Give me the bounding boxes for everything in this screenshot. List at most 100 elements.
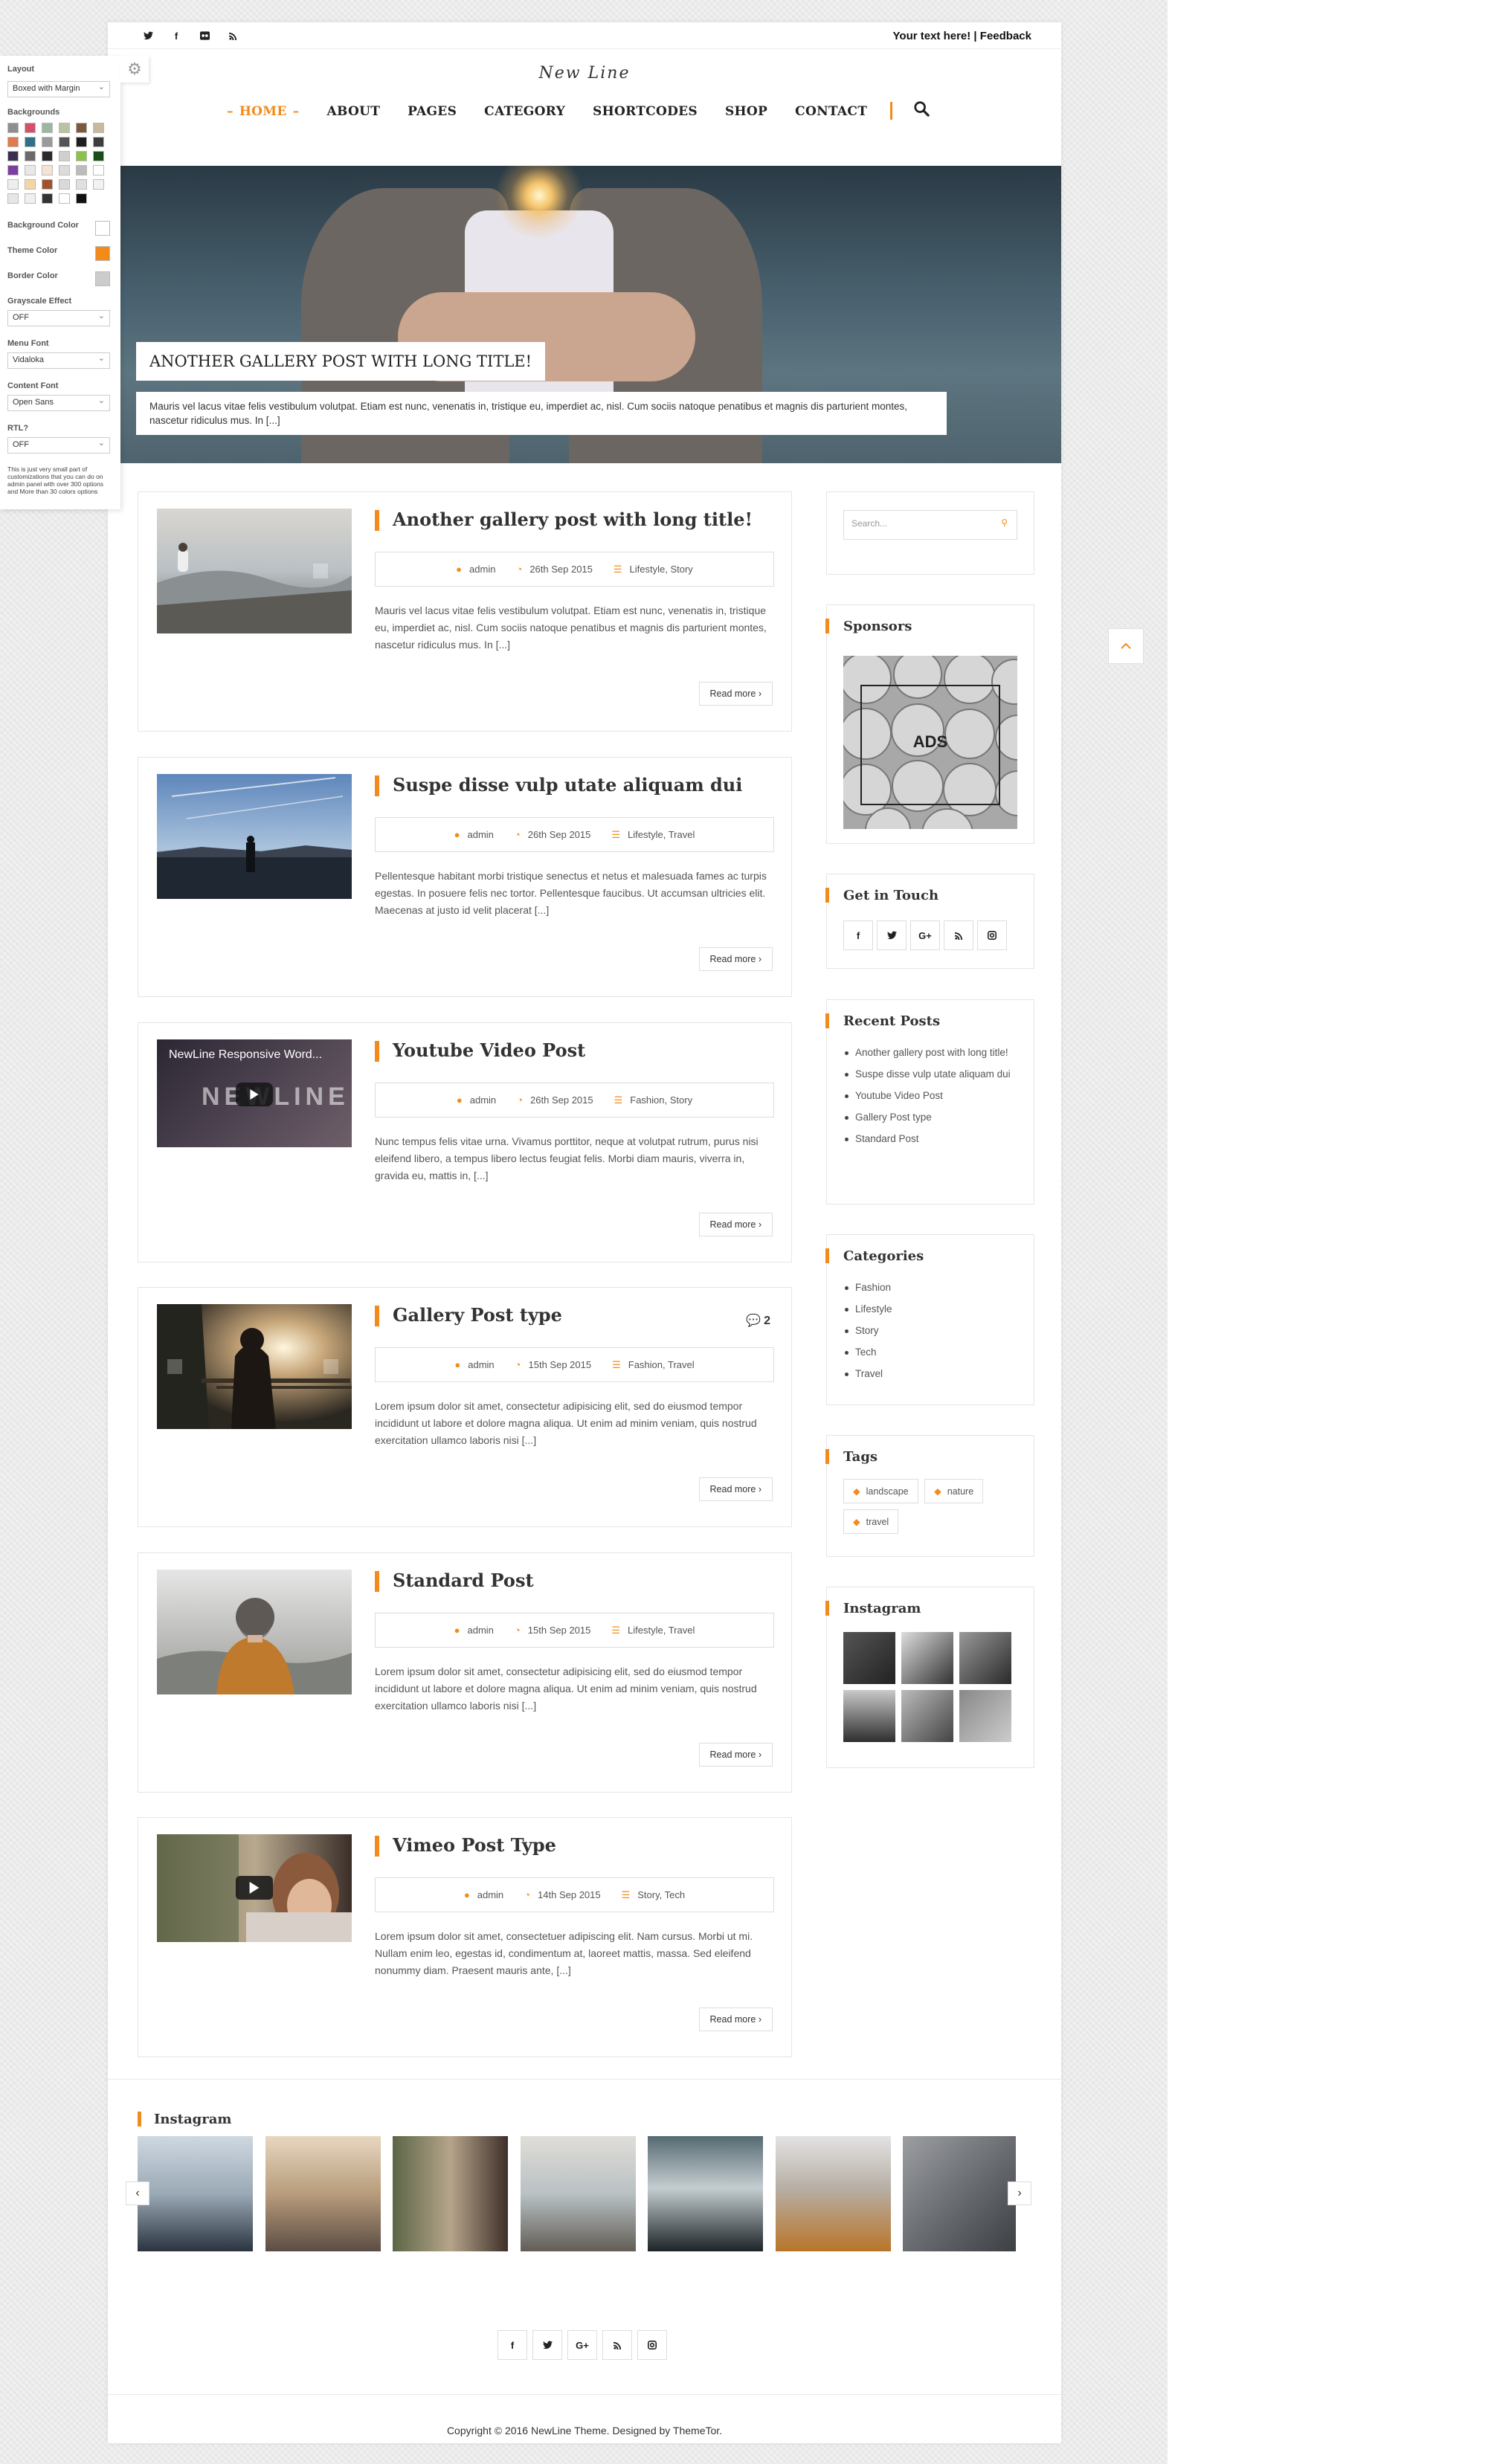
post-thumbnail[interactable] <box>157 509 352 633</box>
twitter-icon[interactable] <box>532 2330 562 2360</box>
background-swatch[interactable] <box>42 179 53 190</box>
background-swatch[interactable] <box>76 165 87 175</box>
layout-select[interactable]: Boxed with Margin <box>7 81 110 97</box>
background-swatch[interactable] <box>42 193 53 204</box>
sidebar-search-input[interactable]: Search... ⚲ <box>843 510 1017 540</box>
content-font-select[interactable]: Open Sans <box>7 395 110 411</box>
facebook-icon[interactable]: f <box>843 920 873 950</box>
background-swatch[interactable] <box>25 137 36 147</box>
meta-author[interactable]: ● admin <box>454 1359 494 1370</box>
read-more-button[interactable]: Read more › <box>698 1213 773 1236</box>
read-more-button[interactable]: Read more › <box>698 682 773 706</box>
instagram-photo[interactable] <box>901 1690 953 1742</box>
meta-author[interactable]: ● admin <box>464 1889 503 1900</box>
top-bar-text[interactable]: Your text here! | Feedback <box>893 30 1031 42</box>
background-swatch[interactable] <box>42 165 53 175</box>
background-swatch[interactable] <box>93 165 104 175</box>
background-swatch[interactable] <box>93 137 104 147</box>
recent-post-link[interactable]: Standard Post <box>845 1128 1023 1149</box>
carousel-next-button[interactable]: › <box>1008 2181 1031 2205</box>
gallery-thumbnail[interactable] <box>157 1304 352 1429</box>
meta-categories[interactable]: ☰ Story, Tech <box>622 1889 685 1901</box>
background-swatch[interactable] <box>59 179 70 190</box>
nav-item-category[interactable]: CATEGORY <box>484 104 565 119</box>
background-swatch[interactable] <box>7 151 19 161</box>
background-swatch[interactable] <box>25 179 36 190</box>
category-link[interactable]: Travel <box>845 1363 1023 1384</box>
nav-item-home[interactable]: – HOME – <box>227 104 299 119</box>
menu-font-select[interactable]: Vidaloka <box>7 352 110 369</box>
post-title[interactable]: Suspe disse vulp utate aliquam dui <box>375 774 742 796</box>
instagram-photo[interactable] <box>901 1632 953 1684</box>
category-link[interactable]: Story <box>845 1320 1023 1341</box>
background-swatch[interactable] <box>76 151 87 161</box>
background-swatch[interactable] <box>93 179 104 190</box>
background-swatch[interactable] <box>25 151 36 161</box>
nav-item-pages[interactable]: PAGES <box>408 104 457 119</box>
footer-instagram-photo[interactable] <box>265 2136 381 2251</box>
background-swatch[interactable] <box>25 123 36 133</box>
post-thumbnail[interactable] <box>157 774 352 899</box>
footer-instagram-photo[interactable] <box>648 2136 763 2251</box>
rss-icon[interactable] <box>602 2330 632 2360</box>
google-plus-icon[interactable]: G+ <box>910 920 940 950</box>
background-swatch[interactable] <box>42 123 53 133</box>
meta-categories[interactable]: ☰ Lifestyle, Travel <box>611 1625 695 1636</box>
search-icon[interactable]: ⚲ <box>1001 517 1008 528</box>
background-swatch[interactable] <box>59 137 70 147</box>
instagram-photo[interactable] <box>843 1690 895 1742</box>
meta-categories[interactable]: ☰ Lifestyle, Travel <box>611 829 695 841</box>
flickr-icon[interactable] <box>197 28 212 43</box>
meta-author[interactable]: ● admin <box>454 829 494 840</box>
background-swatch[interactable] <box>7 179 19 190</box>
recent-post-link[interactable]: Youtube Video Post <box>845 1085 1023 1106</box>
background-swatch[interactable] <box>7 165 19 175</box>
rss-icon[interactable] <box>225 28 240 43</box>
instagram-photo[interactable] <box>843 1632 895 1684</box>
background-swatch[interactable] <box>42 137 53 147</box>
instagram-photo[interactable] <box>959 1632 1011 1684</box>
video-thumbnail[interactable]: NewLine Responsive Word... NEWLINE <box>157 1039 352 1147</box>
hero-slider[interactable]: ANOTHER GALLERY POST WITH LONG TITLE! Ma… <box>108 166 1061 463</box>
twitter-icon[interactable] <box>141 28 155 43</box>
rss-icon[interactable] <box>944 920 973 950</box>
background-swatch[interactable] <box>76 137 87 147</box>
tag-link[interactable]: ◆ landscape <box>843 1479 918 1503</box>
tag-link[interactable]: ◆ travel <box>843 1509 899 1534</box>
read-more-button[interactable]: Read more › <box>698 1477 773 1501</box>
background-swatch[interactable] <box>93 151 104 161</box>
gear-icon[interactable]: ⚙ <box>120 56 149 83</box>
recent-post-link[interactable]: Suspe disse vulp utate aliquam dui <box>845 1063 1023 1085</box>
meta-author[interactable]: ● admin <box>457 1094 496 1106</box>
comment-count[interactable]: 💬 2 <box>746 1313 770 1328</box>
facebook-icon[interactable]: f <box>169 28 184 43</box>
read-more-button[interactable]: Read more › <box>698 947 773 971</box>
category-link[interactable]: Fashion <box>845 1277 1023 1298</box>
instagram-photo[interactable] <box>959 1690 1011 1742</box>
footer-instagram-photo[interactable] <box>776 2136 891 2251</box>
category-link[interactable]: Tech <box>845 1341 1023 1363</box>
background-swatch[interactable] <box>76 193 87 204</box>
post-title[interactable]: Youtube Video Post <box>375 1039 585 1062</box>
rtl-select[interactable]: OFF <box>7 437 110 454</box>
instagram-icon[interactable] <box>637 2330 667 2360</box>
background-swatch[interactable] <box>76 123 87 133</box>
background-swatch[interactable] <box>76 179 87 190</box>
background-swatch[interactable] <box>59 123 70 133</box>
grayscale-select[interactable]: OFF <box>7 310 110 326</box>
post-title[interactable]: Another gallery post with long title! <box>375 509 753 531</box>
search-icon[interactable] <box>913 100 933 120</box>
carousel-prev-button[interactable]: ‹ <box>126 2181 149 2205</box>
nav-item-shortcodes[interactable]: SHORTCODES <box>593 104 698 119</box>
read-more-button[interactable]: Read more › <box>698 2007 773 2031</box>
facebook-icon[interactable]: f <box>498 2330 527 2360</box>
google-plus-icon[interactable]: G+ <box>567 2330 597 2360</box>
background-swatch[interactable] <box>59 151 70 161</box>
nav-item-about[interactable]: ABOUT <box>326 104 380 119</box>
border-color-picker[interactable] <box>95 271 110 286</box>
meta-author[interactable]: ● admin <box>456 564 495 575</box>
bg-color-picker[interactable] <box>95 221 110 236</box>
instagram-icon[interactable] <box>977 920 1007 950</box>
ads-banner[interactable]: ADS <box>843 656 1017 829</box>
video-thumbnail[interactable] <box>157 1834 352 1942</box>
